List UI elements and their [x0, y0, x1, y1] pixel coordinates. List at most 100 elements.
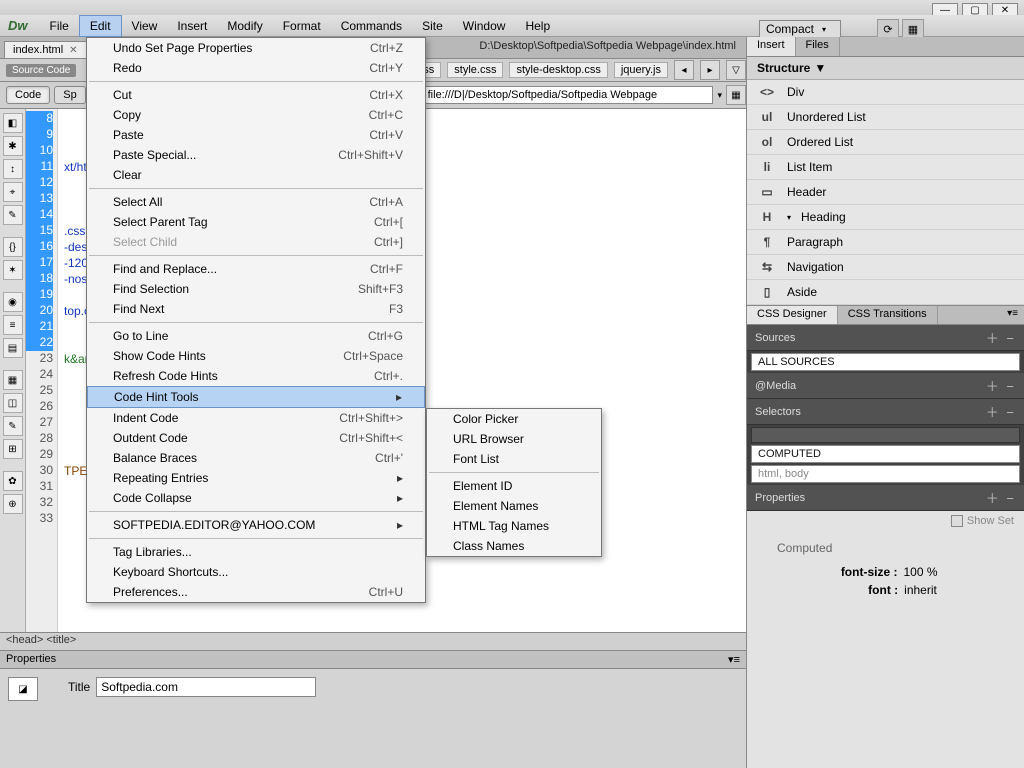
line-number[interactable]: 29: [26, 447, 53, 463]
insert-item[interactable]: H▾Heading: [747, 205, 1024, 230]
tool-icon[interactable]: ↕: [3, 159, 23, 179]
title-input[interactable]: [96, 677, 316, 697]
line-number[interactable]: 24: [26, 367, 53, 383]
tool-icon[interactable]: ✱: [3, 136, 23, 156]
panel-menu-icon[interactable]: ▾≡: [728, 653, 740, 666]
menu-item[interactable]: Tag Libraries...: [87, 542, 425, 562]
tool-icon[interactable]: ◫: [3, 393, 23, 413]
line-number[interactable]: 21: [26, 319, 53, 335]
menu-item[interactable]: Clear: [87, 165, 425, 185]
submenu-item[interactable]: Class Names: [427, 536, 601, 556]
menu-help[interactable]: Help: [515, 16, 560, 36]
line-number[interactable]: 28: [26, 431, 53, 447]
insert-item[interactable]: olOrdered List: [747, 130, 1024, 155]
submenu-item[interactable]: Color Picker: [427, 409, 601, 429]
insert-item[interactable]: <>Div: [747, 80, 1024, 105]
line-number[interactable]: 20: [26, 303, 53, 319]
grid-icon[interactable]: ▦: [902, 19, 924, 39]
line-number[interactable]: 13: [26, 191, 53, 207]
tool-icon[interactable]: ✎: [3, 205, 23, 225]
grid-icon[interactable]: ▦: [726, 85, 746, 105]
line-number[interactable]: 30: [26, 463, 53, 479]
line-number[interactable]: 26: [26, 399, 53, 415]
line-number[interactable]: 32: [26, 495, 53, 511]
tool-icon[interactable]: ≡: [3, 315, 23, 335]
next-icon[interactable]: ▸: [700, 60, 720, 80]
menu-view[interactable]: View: [122, 16, 168, 36]
submenu-item[interactable]: Font List: [427, 449, 601, 469]
show-set-checkbox[interactable]: [951, 515, 963, 527]
menu-item[interactable]: CopyCtrl+C: [87, 105, 425, 125]
menu-item[interactable]: Balance BracesCtrl+': [87, 448, 425, 468]
menu-window[interactable]: Window: [453, 16, 516, 36]
add-remove-icon[interactable]: ＋ −: [986, 328, 1016, 347]
tool-icon[interactable]: ▤: [3, 338, 23, 358]
menu-item[interactable]: Refresh Code HintsCtrl+.: [87, 366, 425, 386]
menu-item[interactable]: Undo Set Page PropertiesCtrl+Z: [87, 38, 425, 58]
tag-selector[interactable]: <head> <title>: [0, 632, 746, 650]
menu-item[interactable]: Go to LineCtrl+G: [87, 326, 425, 346]
address-input[interactable]: [423, 86, 714, 104]
source-code-button[interactable]: Source Code: [6, 64, 76, 77]
menu-item[interactable]: Repeating Entries▸: [87, 468, 425, 488]
related-file[interactable]: style.css: [447, 62, 503, 78]
menu-site[interactable]: Site: [412, 16, 453, 36]
line-number[interactable]: 17: [26, 255, 53, 271]
menu-edit[interactable]: Edit: [79, 15, 122, 37]
document-tab[interactable]: index.html ✕: [4, 41, 87, 58]
tool-icon[interactable]: ⌖: [3, 182, 23, 202]
code-view-button[interactable]: Code: [6, 86, 50, 104]
menu-format[interactable]: Format: [273, 16, 331, 36]
menu-file[interactable]: File: [40, 16, 79, 36]
submenu-item[interactable]: HTML Tag Names: [427, 516, 601, 536]
properties-thumbnail[interactable]: ◪: [8, 677, 38, 701]
close-icon[interactable]: ✕: [69, 45, 77, 56]
menu-item[interactable]: Show Code HintsCtrl+Space: [87, 346, 425, 366]
menu-item[interactable]: Select Parent TagCtrl+[: [87, 212, 425, 232]
related-file[interactable]: jquery.js: [614, 62, 668, 78]
menu-modify[interactable]: Modify: [217, 16, 272, 36]
tab-insert[interactable]: Insert: [747, 37, 796, 56]
menu-item[interactable]: Outdent CodeCtrl+Shift+<: [87, 428, 425, 448]
line-number[interactable]: 15: [26, 223, 53, 239]
sources-list-item[interactable]: ALL SOURCES: [751, 353, 1020, 371]
insert-category[interactable]: Structure▼: [747, 57, 1024, 80]
sync-icon[interactable]: ⟳: [877, 19, 899, 39]
menu-item[interactable]: PasteCtrl+V: [87, 125, 425, 145]
insert-item[interactable]: ¶Paragraph: [747, 230, 1024, 255]
selector-item[interactable]: html, body: [751, 465, 1020, 483]
line-number[interactable]: 25: [26, 383, 53, 399]
submenu-item[interactable]: Element ID: [427, 476, 601, 496]
menu-item[interactable]: Keyboard Shortcuts...: [87, 562, 425, 582]
menu-insert[interactable]: Insert: [167, 16, 217, 36]
add-remove-icon[interactable]: ＋ −: [986, 488, 1016, 507]
insert-item[interactable]: ulUnordered List: [747, 105, 1024, 130]
line-number[interactable]: 9: [26, 127, 53, 143]
menu-item[interactable]: Find NextF3: [87, 299, 425, 319]
tool-icon[interactable]: ⊕: [3, 494, 23, 514]
insert-item[interactable]: ▭Header: [747, 180, 1024, 205]
line-number[interactable]: 12: [26, 175, 53, 191]
tool-icon[interactable]: ◉: [3, 292, 23, 312]
filter-icon[interactable]: ▽: [726, 60, 746, 80]
insert-item[interactable]: liList Item: [747, 155, 1024, 180]
line-number[interactable]: 10: [26, 143, 53, 159]
tool-icon[interactable]: {}: [3, 237, 23, 257]
line-number[interactable]: 22: [26, 335, 53, 351]
line-number[interactable]: 19: [26, 287, 53, 303]
line-number[interactable]: 11: [26, 159, 53, 175]
line-number[interactable]: 8: [26, 111, 53, 127]
selector-search[interactable]: [751, 427, 1020, 443]
line-number[interactable]: 16: [26, 239, 53, 255]
tool-icon[interactable]: ✶: [3, 260, 23, 280]
insert-item[interactable]: ⇆Navigation: [747, 255, 1024, 280]
menu-item[interactable]: SOFTPEDIA.EDITOR@YAHOO.COM▸: [87, 515, 425, 535]
add-remove-icon[interactable]: ＋ −: [986, 402, 1016, 421]
split-view-button[interactable]: Sp: [54, 86, 85, 104]
tool-icon[interactable]: ▦: [3, 370, 23, 390]
tool-icon[interactable]: ✎: [3, 416, 23, 436]
menu-item[interactable]: Code Collapse▸: [87, 488, 425, 508]
menu-item[interactable]: Find SelectionShift+F3: [87, 279, 425, 299]
add-remove-icon[interactable]: ＋ −: [986, 376, 1016, 395]
line-number[interactable]: 23: [26, 351, 53, 367]
